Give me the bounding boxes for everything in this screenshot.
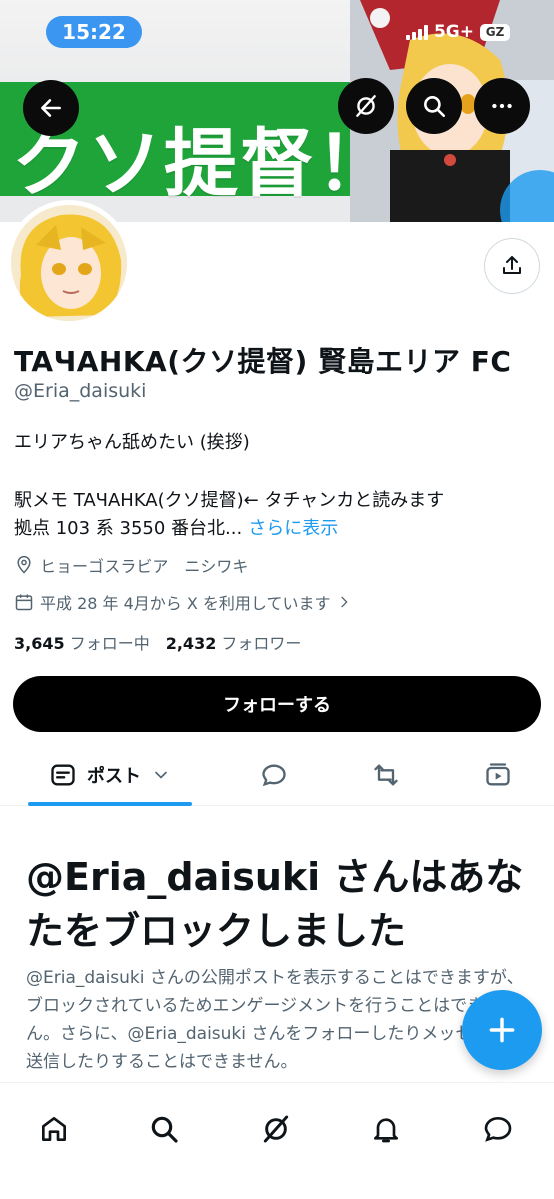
signal-icon bbox=[405, 24, 428, 40]
search-icon bbox=[424, 96, 446, 118]
tab-posts[interactable]: ポスト bbox=[28, 746, 192, 804]
bell-icon bbox=[374, 1118, 398, 1143]
followers-label: フォロワー bbox=[221, 634, 302, 653]
blocked-title: @Eria_daisuki さんはあなたをブロックしました bbox=[26, 855, 524, 953]
display-name: TAЧAHKA(クソ提督) 賢島エリア FC bbox=[14, 345, 512, 378]
followers-stat[interactable]: 2,432 フォロワー bbox=[166, 634, 302, 653]
grok-icon bbox=[356, 95, 376, 117]
user-handle: @Eria_daisuki bbox=[14, 380, 147, 402]
share-icon bbox=[503, 256, 521, 274]
nav-grok[interactable] bbox=[246, 1099, 306, 1159]
bio-line-3: 拠点 103 系 3550 番台北... さらに表示 bbox=[14, 514, 338, 540]
posts-icon bbox=[51, 764, 75, 786]
status-indicators: 5G+ GZ bbox=[405, 22, 510, 42]
search-button[interactable] bbox=[406, 78, 462, 134]
plus-icon bbox=[489, 1017, 515, 1043]
joined-text: 平成 28 年 4月から X を利用しています bbox=[40, 594, 331, 613]
avatar[interactable] bbox=[6, 200, 132, 326]
video-icon bbox=[486, 763, 510, 786]
following-stat[interactable]: 3,645 フォロー中 bbox=[14, 634, 150, 653]
battery-icon: GZ bbox=[480, 23, 510, 41]
chat-bubble-icon bbox=[484, 1116, 512, 1142]
bio-line-3-text: 拠点 103 系 3550 番台北... bbox=[14, 518, 243, 539]
follow-button[interactable]: フォローする bbox=[13, 676, 541, 732]
search-icon bbox=[151, 1116, 178, 1143]
show-more-link[interactable]: さらに表示 bbox=[248, 518, 338, 539]
avatar-illustration bbox=[11, 205, 127, 321]
following-label: フォロー中 bbox=[69, 634, 150, 653]
reply-icon bbox=[262, 764, 286, 787]
tab-replies[interactable] bbox=[246, 746, 302, 804]
network-label: 5G+ bbox=[433, 22, 474, 42]
profile-banner[interactable]: クソ提督！ 15:22 5G+ GZ bbox=[0, 0, 554, 222]
more-icon bbox=[492, 103, 512, 109]
calendar-icon bbox=[15, 594, 33, 611]
back-icon bbox=[41, 99, 61, 117]
tab-media[interactable] bbox=[470, 746, 526, 804]
blocked-body: @Eria_daisuki さんの公開ポストを表示することはできますが、ブロック… bbox=[26, 968, 524, 1072]
status-time: 15:22 bbox=[46, 16, 142, 48]
followers-count: 2,432 bbox=[165, 634, 217, 653]
compose-button[interactable] bbox=[462, 990, 542, 1070]
profile-tabs: ポスト bbox=[0, 746, 554, 806]
tab-posts-label: ポスト bbox=[87, 766, 141, 787]
more-button[interactable] bbox=[474, 78, 530, 134]
bio-line-1: エリアちゃん舐めたい (挨拶) bbox=[14, 432, 250, 453]
following-count: 3,645 bbox=[14, 634, 65, 653]
follow-stats: 3,645 フォロー中 2,432 フォロワー bbox=[14, 630, 301, 654]
back-button[interactable] bbox=[23, 80, 79, 136]
active-tab-indicator bbox=[28, 802, 192, 806]
nav-home[interactable] bbox=[24, 1099, 84, 1159]
grok-icon bbox=[263, 1115, 289, 1143]
chevron-right-icon bbox=[341, 596, 349, 608]
share-button[interactable] bbox=[484, 238, 540, 294]
repost-icon bbox=[374, 764, 398, 786]
bio-line-2: 駅メモ TAЧAHKA(クソ提督)← タチャンカと読みます bbox=[14, 490, 445, 511]
avatar-image bbox=[11, 205, 127, 321]
tab-reposts[interactable] bbox=[358, 746, 414, 804]
bottom-navigation bbox=[0, 1082, 554, 1199]
joined-row[interactable]: 平成 28 年 4月から X を利用しています bbox=[14, 590, 352, 614]
home-icon bbox=[42, 1117, 66, 1141]
location-row: ヒョーゴスラビア ニシワキ bbox=[14, 553, 248, 577]
location-text: ヒョーゴスラビア ニシワキ bbox=[40, 557, 249, 576]
nav-messages[interactable] bbox=[468, 1099, 528, 1159]
nav-notifications[interactable] bbox=[356, 1099, 416, 1159]
nav-search[interactable] bbox=[134, 1099, 194, 1159]
chevron-down-icon bbox=[155, 771, 167, 779]
grok-button[interactable] bbox=[338, 78, 394, 134]
location-pin-icon bbox=[17, 555, 31, 574]
